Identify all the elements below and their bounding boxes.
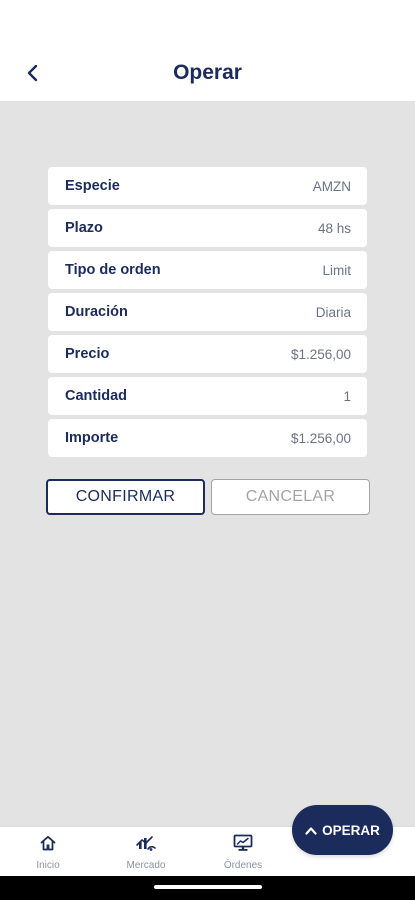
row-importe: Importe $1.256,00	[48, 419, 367, 457]
row-value: Diaria	[315, 304, 351, 320]
app-header: Operar	[0, 0, 415, 101]
row-value: AMZN	[312, 178, 351, 194]
row-plazo: Plazo 48 hs	[48, 209, 367, 247]
fab-label: OPERAR	[322, 822, 380, 838]
home-gesture-handle[interactable]	[154, 885, 262, 889]
nav-item-ordenes[interactable]: Órdenes	[203, 833, 283, 873]
row-label: Especie	[65, 178, 120, 194]
chevron-up-icon	[305, 826, 317, 835]
row-value: $1.256,00	[290, 430, 351, 446]
row-cantidad: Cantidad 1	[48, 377, 367, 415]
nav-item-mercado[interactable]: Mercado	[106, 833, 186, 873]
cancel-button[interactable]: CANCELAR	[211, 479, 370, 515]
market-icon	[135, 833, 157, 853]
system-navigation-bar	[0, 876, 415, 900]
nav-label: Órdenes	[223, 860, 263, 871]
row-especie: Especie AMZN	[48, 167, 367, 205]
row-label: Cantidad	[65, 388, 128, 404]
row-value: 1	[343, 388, 351, 404]
row-label: Tipo de orden	[65, 262, 161, 278]
order-summary-list: Especie AMZN Plazo 48 hs Tipo de orden L…	[48, 167, 367, 461]
row-label: Plazo	[65, 220, 103, 236]
order-confirmation-panel: Especie AMZN Plazo 48 hs Tipo de orden L…	[0, 101, 415, 826]
page-title: Operar	[173, 61, 242, 84]
row-label: Precio	[65, 346, 110, 362]
row-precio: Precio $1.256,00	[48, 335, 367, 373]
nav-label: Mercado	[126, 860, 166, 871]
orders-icon	[233, 833, 253, 853]
row-value: Limit	[322, 262, 351, 278]
nav-item-inicio[interactable]: Inicio	[8, 833, 88, 873]
action-buttons: CONFIRMAR CANCELAR	[46, 479, 370, 515]
row-label: Importe	[65, 430, 119, 446]
row-duracion: Duración Diaria	[48, 293, 367, 331]
row-value: 48 hs	[317, 220, 351, 236]
row-tipo-de-orden: Tipo de orden Limit	[48, 251, 367, 289]
confirm-button[interactable]: CONFIRMAR	[46, 479, 205, 515]
nav-label: Inicio	[36, 860, 60, 871]
operar-fab[interactable]: OPERAR	[292, 805, 393, 855]
row-value: $1.256,00	[290, 346, 351, 362]
home-icon	[39, 833, 57, 853]
row-label: Duración	[65, 304, 128, 320]
